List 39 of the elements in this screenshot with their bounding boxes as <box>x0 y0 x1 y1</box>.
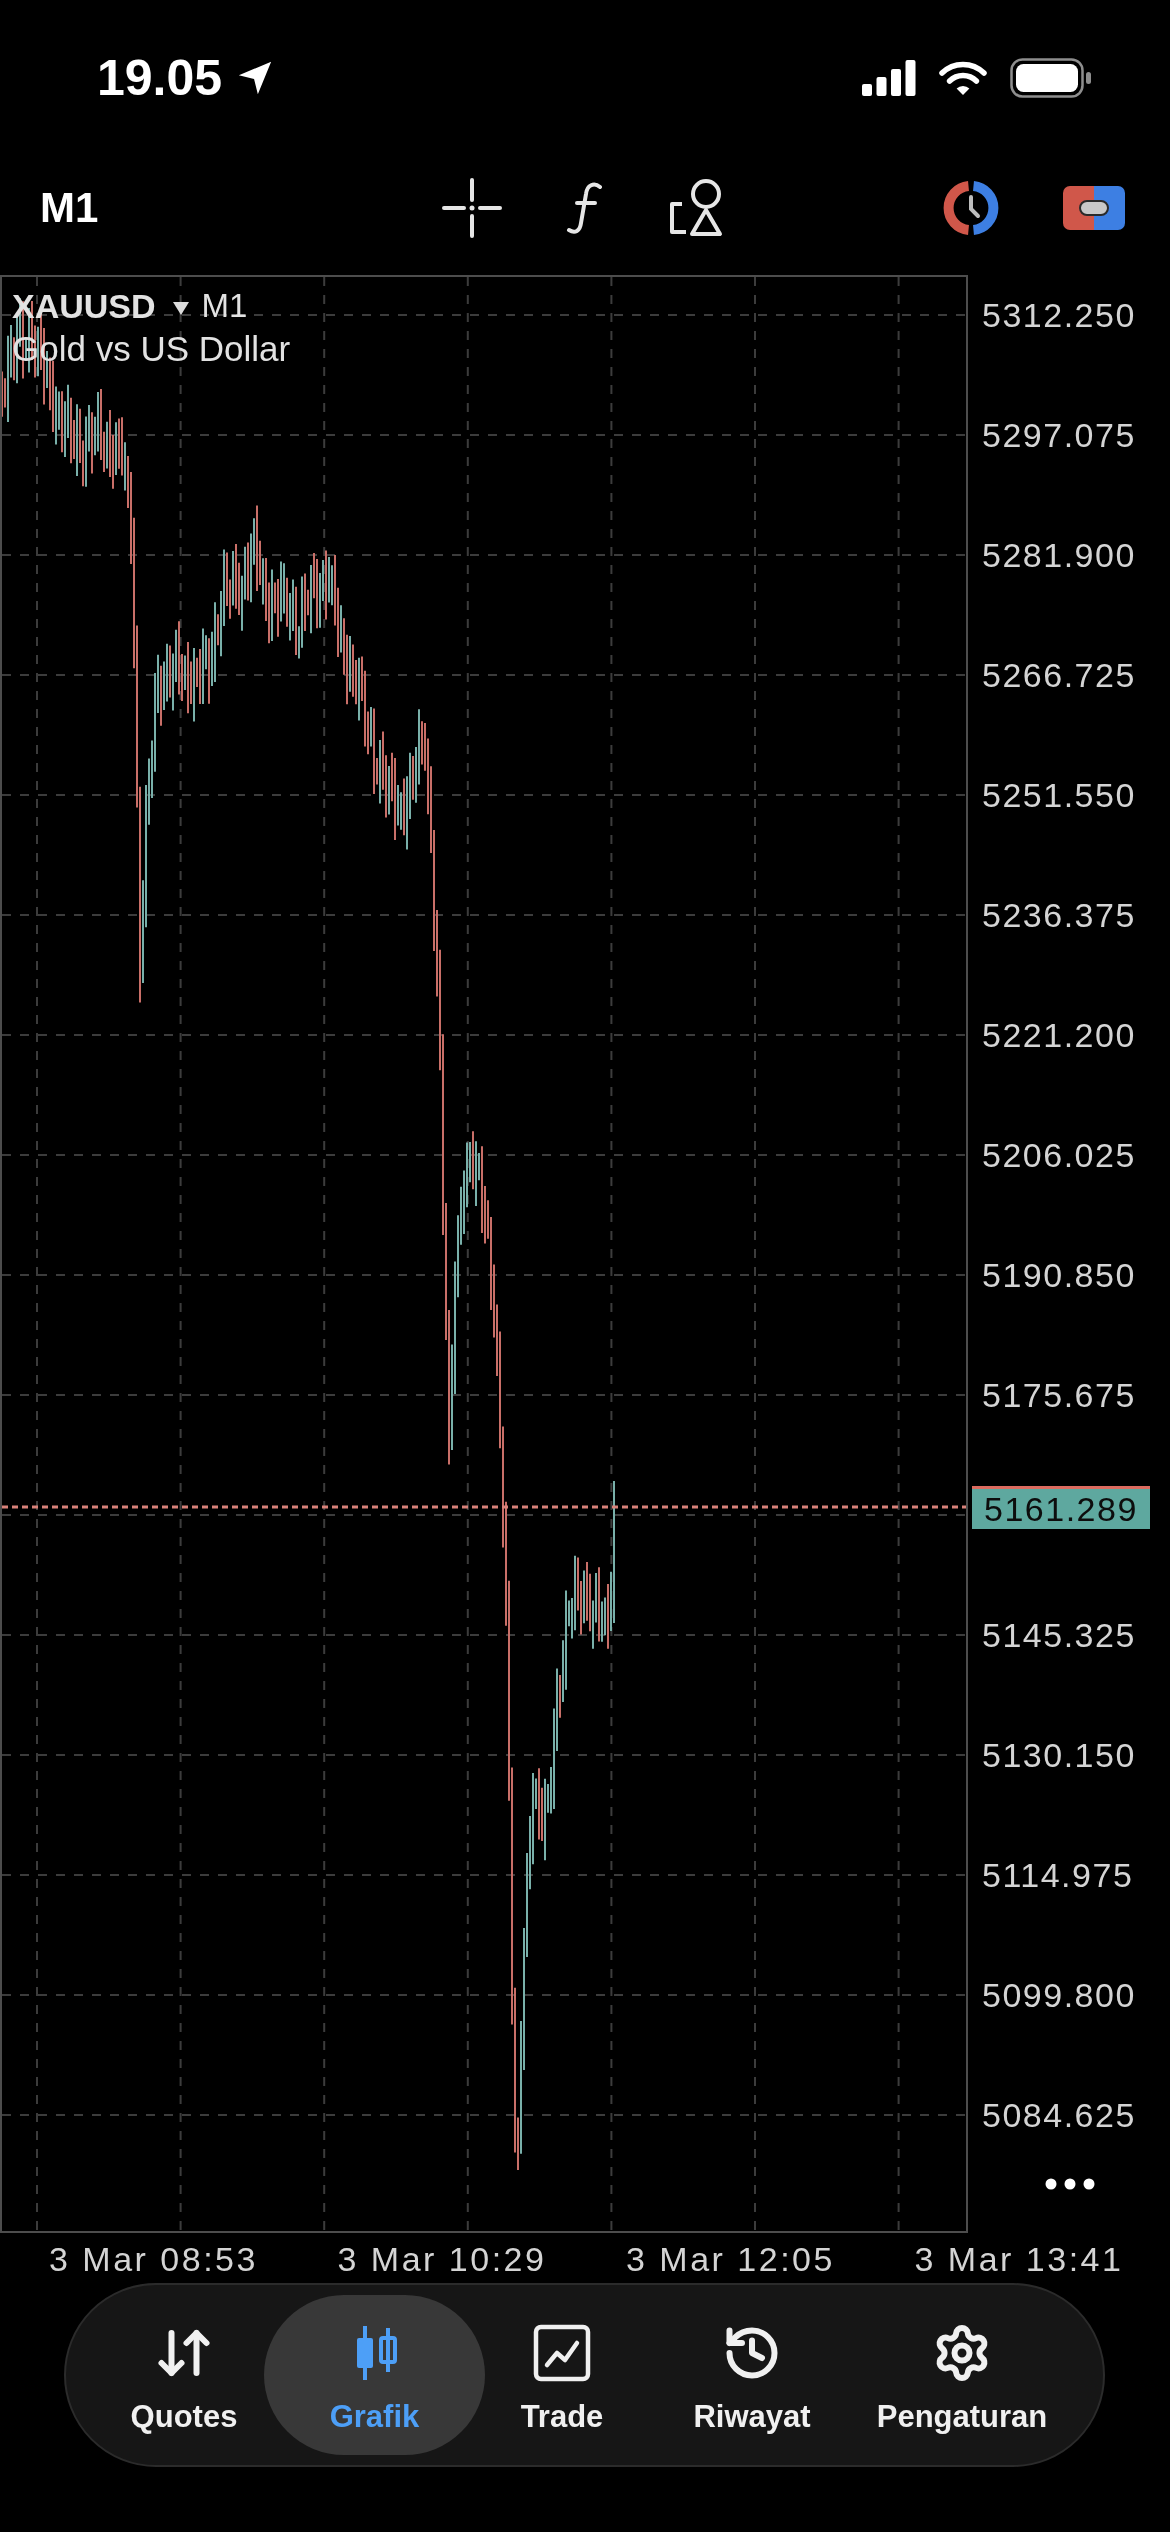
line-chart-icon <box>532 2323 592 2383</box>
more-icon[interactable] <box>1045 2178 1095 2190</box>
clock-icon[interactable] <box>941 179 1001 236</box>
price-axis-label: 5206.025 <box>982 1135 1136 1175</box>
time-axis-label: 3 Mar 10:29 <box>337 2239 547 2279</box>
tab-button[interactable]: Pengaturan <box>865 2295 1059 2455</box>
price-axis-label: 5190.850 <box>982 1255 1136 1295</box>
current-price-tag: 5161.289 <box>972 1486 1150 1529</box>
status-time: 19.05 <box>97 52 223 104</box>
tab-button[interactable]: Riwayat <box>639 2295 865 2455</box>
price-axis-label: 5130.150 <box>982 1735 1136 1775</box>
price-axis-label: 5175.675 <box>982 1375 1136 1415</box>
price-axis-label: 5084.625 <box>982 2095 1136 2135</box>
price-axis-label: 5312.250 <box>982 295 1136 335</box>
chart-timeframe: M1 <box>201 286 248 326</box>
price-axis-label: 5266.725 <box>982 655 1136 695</box>
price-axis-label: 5145.325 <box>982 1615 1136 1655</box>
function-icon[interactable] <box>565 180 604 235</box>
price-axis-label: 5114.975 <box>982 1855 1134 1895</box>
price-axis-label: 5297.075 <box>982 415 1136 455</box>
time-axis-label: 3 Mar 13:41 <box>914 2239 1124 2279</box>
price-axis-label: 5281.900 <box>982 535 1136 575</box>
tab-button[interactable]: Trade <box>485 2295 639 2455</box>
wifi-icon <box>938 59 988 97</box>
tab-button[interactable]: Quotes <box>104 2295 264 2455</box>
toggle-icon[interactable] <box>1063 185 1125 230</box>
timeframe-selector[interactable]: M1 <box>40 183 99 232</box>
price-axis-label: 5251.550 <box>982 775 1136 815</box>
price-axis-label: 5236.375 <box>982 895 1136 935</box>
dropdown-caret-icon[interactable] <box>172 301 189 315</box>
crosshair-icon[interactable] <box>441 177 502 238</box>
price-axis-label: 5099.800 <box>982 1975 1136 2015</box>
time-axis-label: 3 Mar 08:53 <box>49 2239 258 2279</box>
signal-icon <box>862 60 916 96</box>
battery-icon <box>1010 58 1092 98</box>
price-axis-label: 5221.200 <box>982 1015 1136 1055</box>
shapes-icon[interactable] <box>667 177 724 238</box>
time-axis-label: 3 Mar 12:05 <box>626 2239 835 2279</box>
tab-button[interactable]: Grafik <box>264 2295 485 2455</box>
